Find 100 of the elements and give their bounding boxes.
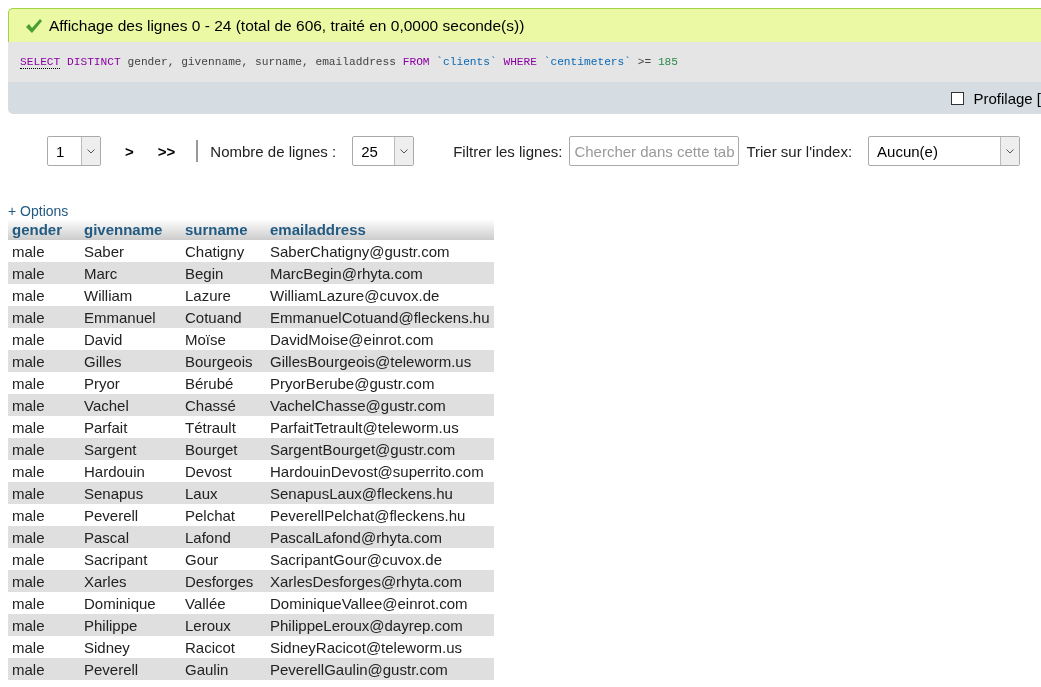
table-cell: male bbox=[8, 350, 80, 372]
table-cell: Lazure bbox=[181, 284, 266, 306]
table-cell: Parfait bbox=[80, 416, 181, 438]
table-cell: Xarles bbox=[80, 570, 181, 592]
filter-label: Filtrer les lignes: bbox=[453, 142, 563, 160]
table-cell: PhilippeLeroux@dayrep.com bbox=[266, 614, 494, 636]
table-cell: male bbox=[8, 240, 80, 262]
table-cell: Cotuand bbox=[181, 306, 266, 328]
table-cell: Emmanuel bbox=[80, 306, 181, 328]
table-cell: Lafond bbox=[181, 526, 266, 548]
table-cell: Peverell bbox=[80, 504, 181, 526]
column-header[interactable]: emailaddress bbox=[266, 219, 494, 240]
table-cell: Vachel bbox=[80, 394, 181, 416]
table-cell: DominiqueVallee@einrot.com bbox=[266, 592, 494, 614]
table-cell: Bourgeois bbox=[181, 350, 266, 372]
filter-field[interactable]: Chercher dans cette tab bbox=[569, 136, 740, 166]
sql-query: SELECT DISTINCT gender, givenname, surname, emailaddress FROM `clients` WHERE `centimeters` >= 185 bbox=[8, 42, 1041, 82]
table-cell: Desforges bbox=[181, 570, 266, 592]
table-cell: ParfaitTetrault@teleworm.us bbox=[266, 416, 494, 438]
table-cell: William bbox=[80, 284, 181, 306]
sort-select[interactable]: Aucun(e) bbox=[868, 136, 1021, 166]
table-cell: PascalLafond@rhyta.com bbox=[266, 526, 494, 548]
table-cell: male bbox=[8, 416, 80, 438]
caret-icon bbox=[87, 148, 95, 154]
page-select[interactable]: 1 bbox=[47, 136, 101, 166]
table-cell: Chassé bbox=[181, 394, 266, 416]
table-cell: Hardouin bbox=[80, 460, 181, 482]
table-cell: male bbox=[8, 482, 80, 504]
table-cell: WilliamLazure@cuvox.de bbox=[266, 284, 494, 306]
table-cell: PeverellPelchat@fleckens.hu bbox=[266, 504, 494, 526]
table-cell: PeverellGaulin@gustr.com bbox=[266, 658, 494, 680]
table-cell: EmmanuelCotuand@fleckens.hu bbox=[266, 306, 494, 328]
table-cell: male bbox=[8, 262, 80, 284]
table-cell: Dominique bbox=[80, 592, 181, 614]
options-link[interactable]: + Options bbox=[8, 203, 69, 219]
table-cell: GillesBourgeois@teleworm.us bbox=[266, 350, 494, 372]
column-header[interactable]: gender bbox=[8, 219, 80, 240]
table-cell: Philippe bbox=[80, 614, 181, 636]
table-cell: Laux bbox=[181, 482, 266, 504]
caret-icon bbox=[400, 148, 409, 154]
table-cell: VachelChasse@gustr.com bbox=[266, 394, 494, 416]
table-cell: David bbox=[80, 328, 181, 350]
table-cell: Devost bbox=[181, 460, 266, 482]
table-cell: male bbox=[8, 570, 80, 592]
table-cell: Gaulin bbox=[181, 658, 266, 680]
table-cell: Pryor bbox=[80, 372, 181, 394]
table-cell: Tétrault bbox=[181, 416, 266, 438]
last-page-button[interactable]: >> bbox=[157, 142, 176, 160]
table-cell: Bourget bbox=[181, 438, 266, 460]
sort-label: Trier sur l'index: bbox=[746, 142, 853, 160]
table-cell: Begin bbox=[181, 262, 266, 284]
table-cell: HardouinDevost@superrito.com bbox=[266, 460, 494, 482]
table-cell: MarcBegin@rhyta.com bbox=[266, 262, 494, 284]
table-cell: SidneyRacicot@teleworm.us bbox=[266, 636, 494, 658]
column-header[interactable]: surname bbox=[181, 219, 266, 240]
table-cell: male bbox=[8, 460, 80, 482]
profiling-checkbox[interactable]: Profilage [ bbox=[951, 89, 1041, 107]
table-cell: Marc bbox=[80, 262, 181, 284]
checkmark-icon bbox=[25, 17, 43, 34]
table-cell: Sidney bbox=[80, 636, 181, 658]
table-cell: PryorBerube@gustr.com bbox=[266, 372, 494, 394]
table-cell: Moïse bbox=[181, 328, 266, 350]
table-cell: Leroux bbox=[181, 614, 266, 636]
table-cell: male bbox=[8, 328, 80, 350]
table-cell: Pelchat bbox=[181, 504, 266, 526]
table-cell: male bbox=[8, 592, 80, 614]
table-cell: DavidMoise@einrot.com bbox=[266, 328, 494, 350]
table-cell: Sargent bbox=[80, 438, 181, 460]
table-cell: Vallée bbox=[181, 592, 266, 614]
table-cell: Senapus bbox=[80, 482, 181, 504]
table-cell: SaberChatigny@gustr.com bbox=[266, 240, 494, 262]
caret-icon bbox=[1006, 148, 1015, 154]
table-cell: male bbox=[8, 306, 80, 328]
table-cell: SargentBourget@gustr.com bbox=[266, 438, 494, 460]
table-cell: male bbox=[8, 548, 80, 570]
table-cell: Peverell bbox=[80, 658, 181, 680]
table-cell: Bérubé bbox=[181, 372, 266, 394]
table-cell: male bbox=[8, 636, 80, 658]
table-cell: male bbox=[8, 614, 80, 636]
table-cell: male bbox=[8, 438, 80, 460]
table-cell: SacripantGour@cuvox.de bbox=[266, 548, 494, 570]
table-cell: Gilles bbox=[80, 350, 181, 372]
table-cell: male bbox=[8, 658, 80, 680]
table-cell: SenapusLaux@fleckens.hu bbox=[266, 482, 494, 504]
column-header[interactable]: givenname bbox=[80, 219, 181, 240]
table-cell: Sacripant bbox=[80, 548, 181, 570]
table-cell: male bbox=[8, 526, 80, 548]
table-cell: male bbox=[8, 504, 80, 526]
table-cell: Pascal bbox=[80, 526, 181, 548]
table-cell: Saber bbox=[80, 240, 181, 262]
rows-select[interactable]: 25 bbox=[352, 136, 415, 166]
table-cell: Racicot bbox=[181, 636, 266, 658]
table-cell: XarlesDesforges@rhyta.com bbox=[266, 570, 494, 592]
table-cell: Chatigny bbox=[181, 240, 266, 262]
message-text: Affichage des lignes 0 - 24 (total de 606, traité en 0,0000 seconde(s)) bbox=[49, 16, 525, 35]
table-cell: male bbox=[8, 372, 80, 394]
rows-label: Nombre de lignes : bbox=[210, 142, 337, 160]
table-cell: male bbox=[8, 394, 80, 416]
table-cell: male bbox=[8, 284, 80, 306]
next-page-button[interactable]: > bbox=[125, 142, 134, 160]
